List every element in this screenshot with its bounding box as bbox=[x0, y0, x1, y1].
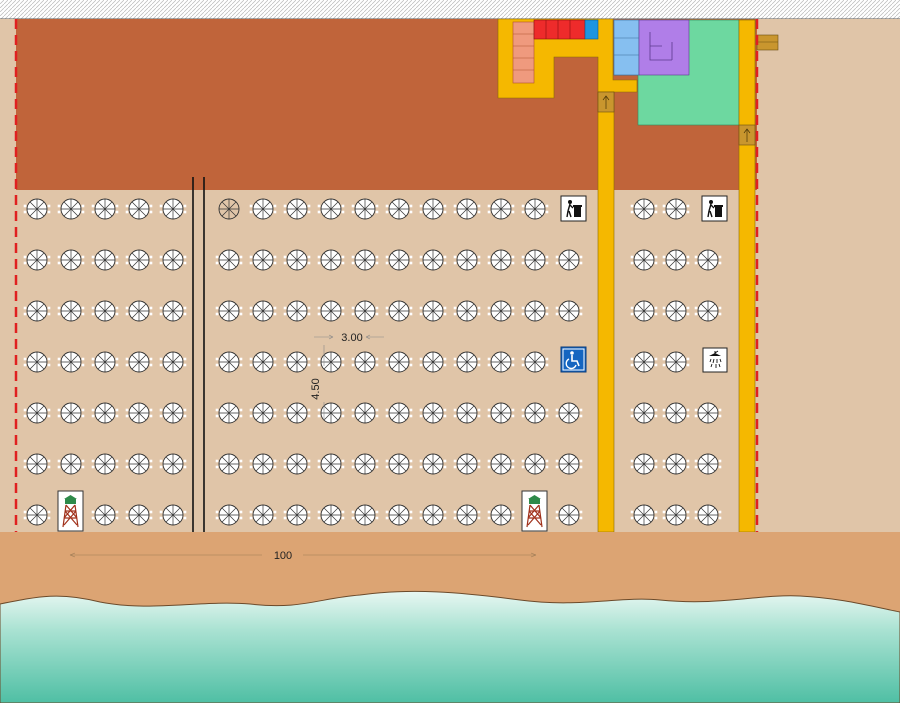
dimension-label-spacing-x: 3.00 bbox=[341, 332, 362, 344]
wheelchair-icon bbox=[560, 346, 587, 373]
beach-layout-plan: ♻ bbox=[0, 0, 900, 703]
lifeguard-tower-icon bbox=[57, 490, 84, 532]
toilet-block bbox=[533, 19, 586, 40]
umbrella-icon bbox=[218, 198, 240, 220]
first-aid-room-top bbox=[638, 19, 690, 76]
trash-bin-icon bbox=[560, 195, 587, 222]
dimension-label-total-width: 100 bbox=[274, 550, 292, 562]
walkway-right bbox=[738, 19, 756, 533]
top-border-strip bbox=[0, 0, 900, 19]
side-deck bbox=[756, 34, 779, 51]
office-room-top bbox=[613, 19, 640, 76]
changing-room-block bbox=[512, 21, 535, 84]
lifeguard-tower-icon bbox=[521, 490, 548, 532]
dimension-label-spacing-y: 4.50 bbox=[310, 378, 322, 399]
walkway-center bbox=[597, 91, 615, 533]
shower-icon bbox=[702, 347, 728, 373]
sea bbox=[0, 590, 900, 703]
storage-room bbox=[584, 19, 599, 40]
trash-bin-icon bbox=[701, 195, 728, 222]
